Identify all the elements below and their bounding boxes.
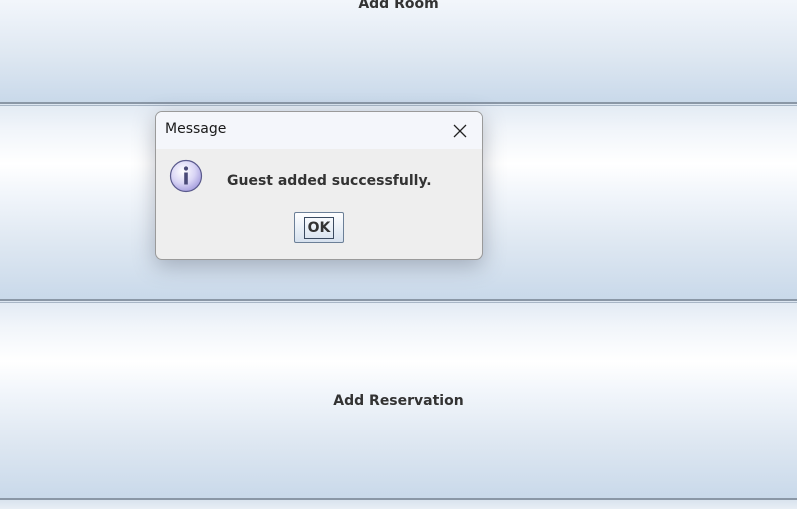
message-text: Guest added successfully. (227, 173, 432, 189)
ok-button[interactable]: OK (294, 212, 344, 243)
message-dialog: Message Guest added successfully. OK (155, 111, 483, 260)
ok-label: OK (303, 216, 335, 239)
info-icon (169, 159, 203, 193)
close-icon (453, 124, 467, 137)
dialog-title: Message (165, 121, 227, 137)
dialog-titlebar[interactable]: Message (156, 112, 482, 149)
add-room-label: Add Room (358, 0, 439, 12)
add-reservation-label: Add Reservation (333, 392, 464, 409)
dialog-body: Guest added successfully. OK (156, 149, 482, 259)
bottom-strip (0, 500, 797, 509)
main-window: Add Room Add Reservation Message Guest a… (0, 0, 797, 509)
add-room-button[interactable]: Add Room (0, 0, 797, 104)
add-reservation-button[interactable]: Add Reservation (0, 302, 797, 500)
close-button[interactable] (438, 112, 482, 149)
